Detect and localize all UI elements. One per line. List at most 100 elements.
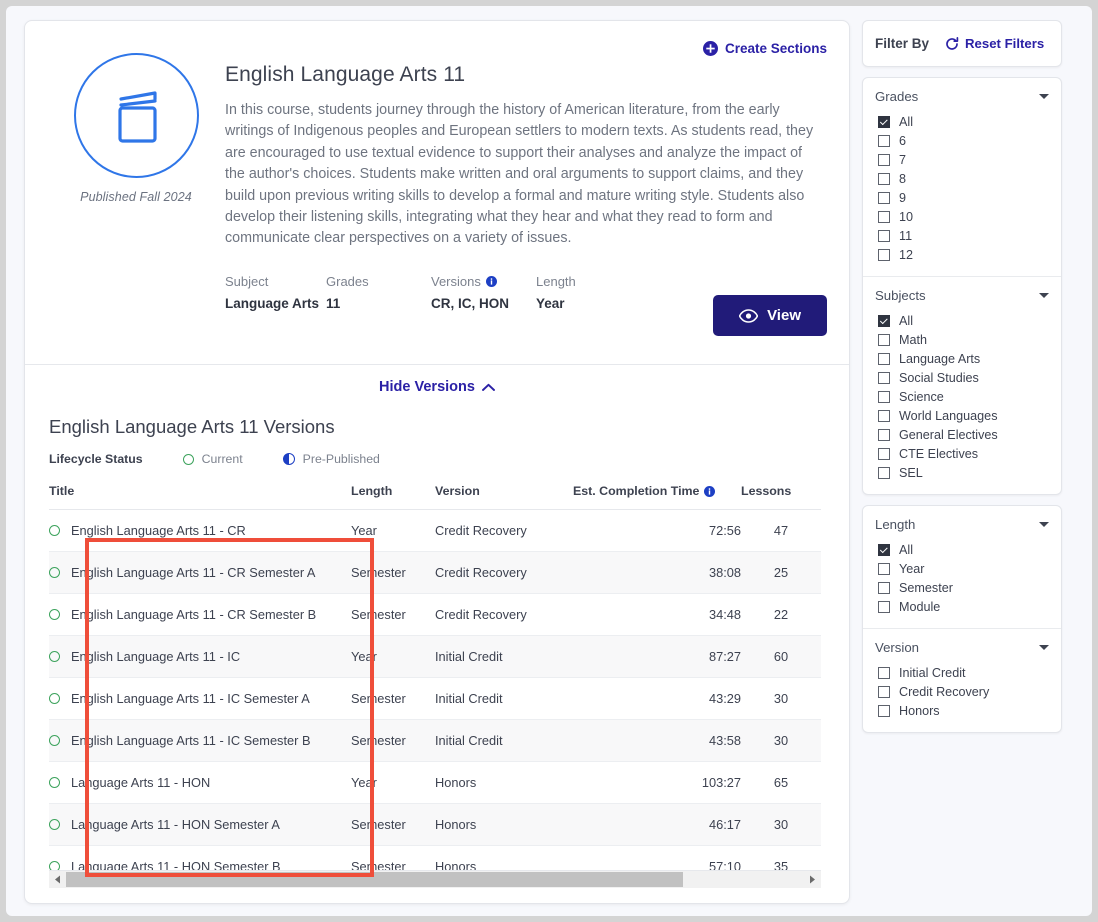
- meta-length: Length Year: [536, 274, 636, 313]
- horizontal-scrollbar[interactable]: [49, 870, 821, 888]
- table-row[interactable]: English Language Arts 11 - IC Semester A…: [49, 677, 821, 720]
- checkbox-icon[interactable]: [878, 153, 890, 166]
- filter-option-all[interactable]: All: [875, 540, 1049, 559]
- chevron-down-icon[interactable]: [1039, 522, 1049, 527]
- view-button-label: View: [767, 307, 801, 324]
- filter-option-semester[interactable]: Semester: [875, 578, 1049, 597]
- create-sections-button[interactable]: Create Sections: [702, 41, 827, 56]
- filter-option-language-arts[interactable]: Language Arts: [875, 349, 1049, 368]
- checkbox-icon[interactable]: [878, 409, 890, 422]
- checkbox-icon[interactable]: [878, 428, 890, 441]
- column-header-title[interactable]: Title: [49, 484, 351, 510]
- filter-option-year[interactable]: Year: [875, 559, 1049, 578]
- hide-versions-toggle[interactable]: Hide Versions: [379, 379, 495, 395]
- checkbox-icon[interactable]: [878, 704, 890, 717]
- plus-circle-icon: [702, 41, 718, 56]
- cell-est-completion-time: 72:56: [573, 509, 741, 552]
- checkbox-icon[interactable]: [878, 543, 890, 556]
- checkbox-icon[interactable]: [878, 172, 890, 185]
- filter-option-label: All: [899, 542, 913, 557]
- chevron-down-icon[interactable]: [1039, 94, 1049, 99]
- scroll-left-arrow-icon[interactable]: [49, 870, 66, 888]
- table-row[interactable]: Language Arts 11 - HON Semester A Semeste…: [49, 803, 821, 846]
- info-icon[interactable]: [704, 485, 716, 497]
- checkbox-icon[interactable]: [878, 248, 890, 261]
- checkbox-icon[interactable]: [878, 685, 890, 698]
- column-header-length[interactable]: Length: [351, 484, 435, 510]
- filter-group-header[interactable]: Subjects: [875, 288, 1049, 303]
- reset-filters-button[interactable]: Reset Filters: [945, 36, 1044, 51]
- course-detail-card: Published Fall 2024 Create Sections Engl…: [24, 20, 850, 904]
- filter-option-8[interactable]: 8: [875, 169, 1049, 188]
- checkbox-icon[interactable]: [878, 352, 890, 365]
- filter-option-science[interactable]: Science: [875, 387, 1049, 406]
- scrollbar-track[interactable]: [66, 870, 804, 888]
- filter-group-title: Subjects: [875, 288, 926, 303]
- checkbox-icon[interactable]: [878, 466, 890, 479]
- filter-option-all[interactable]: All: [875, 311, 1049, 330]
- filter-option-math[interactable]: Math: [875, 330, 1049, 349]
- filter-option-label: Social Studies: [899, 370, 979, 385]
- filter-option-module[interactable]: Module: [875, 597, 1049, 616]
- checkbox-icon[interactable]: [878, 333, 890, 346]
- table-row[interactable]: English Language Arts 11 - CR Semester A…: [49, 551, 821, 594]
- filter-option-initial-credit[interactable]: Initial Credit: [875, 663, 1049, 682]
- column-header-est-completion-time[interactable]: Est. Completion Time: [573, 484, 741, 510]
- filter-option-7[interactable]: 7: [875, 150, 1049, 169]
- filter-option-credit-recovery[interactable]: Credit Recovery: [875, 682, 1049, 701]
- filter-group-header[interactable]: Grades: [875, 89, 1049, 104]
- chevron-down-icon[interactable]: [1039, 293, 1049, 298]
- column-header-lessons[interactable]: Lessons: [741, 484, 821, 510]
- column-header-version[interactable]: Version: [435, 484, 573, 510]
- cell-version: Credit Recovery: [435, 509, 573, 552]
- row-title-label: English Language Arts 11 - IC Semester B: [71, 733, 311, 748]
- checkbox-icon[interactable]: [878, 371, 890, 384]
- table-row[interactable]: English Language Arts 11 - CR Year Credit …: [49, 509, 821, 552]
- filter-option-label: All: [899, 313, 913, 328]
- filter-option-sel[interactable]: SEL: [875, 463, 1049, 482]
- row-title-label: Language Arts 11 - HON: [71, 775, 211, 790]
- table-row[interactable]: English Language Arts 11 - IC Semester B…: [49, 719, 821, 762]
- filter-option-social-studies[interactable]: Social Studies: [875, 368, 1049, 387]
- cell-title: English Language Arts 11 - CR Semester A: [49, 551, 351, 594]
- filter-option-label: CTE Electives: [899, 446, 979, 461]
- filter-group-subjects: Subjects All Math Language Arts Social Studi…: [863, 276, 1061, 494]
- filter-option-10[interactable]: 10: [875, 207, 1049, 226]
- scroll-right-arrow-icon[interactable]: [804, 870, 821, 888]
- filter-option-cte-electives[interactable]: CTE Electives: [875, 444, 1049, 463]
- filter-option-12[interactable]: 12: [875, 245, 1049, 264]
- table-row[interactable]: Language Arts 11 - HON Year Honors 103:27 65: [49, 761, 821, 804]
- checkbox-icon[interactable]: [878, 390, 890, 403]
- checkbox-icon[interactable]: [878, 600, 890, 613]
- checkbox-icon[interactable]: [878, 447, 890, 460]
- checkbox-icon[interactable]: [878, 115, 890, 128]
- filter-option-label: 7: [899, 152, 907, 167]
- filter-option-9[interactable]: 9: [875, 188, 1049, 207]
- filter-option-label: SEL: [899, 465, 923, 480]
- filter-option-honors[interactable]: Honors: [875, 701, 1049, 720]
- info-icon[interactable]: [485, 275, 497, 287]
- checkbox-icon[interactable]: [878, 562, 890, 575]
- table-row[interactable]: English Language Arts 11 - IC Year Initial…: [49, 635, 821, 678]
- cell-est-completion-time: 87:27: [573, 635, 741, 678]
- chevron-up-icon: [482, 383, 495, 392]
- checkbox-icon[interactable]: [878, 134, 890, 147]
- checkbox-icon[interactable]: [878, 314, 890, 327]
- checkbox-icon[interactable]: [878, 581, 890, 594]
- filter-group-title: Length: [875, 517, 916, 532]
- view-button[interactable]: View: [713, 295, 827, 336]
- filter-option-general-electives[interactable]: General Electives: [875, 425, 1049, 444]
- checkbox-icon[interactable]: [878, 210, 890, 223]
- filter-option-6[interactable]: 6: [875, 131, 1049, 150]
- filter-option-world-languages[interactable]: World Languages: [875, 406, 1049, 425]
- checkbox-icon[interactable]: [878, 666, 890, 679]
- filter-group-header[interactable]: Length: [875, 517, 1049, 532]
- table-row[interactable]: English Language Arts 11 - CR Semester B…: [49, 593, 821, 636]
- filter-option-all[interactable]: All: [875, 112, 1049, 131]
- scrollbar-thumb[interactable]: [66, 871, 683, 887]
- checkbox-icon[interactable]: [878, 191, 890, 204]
- checkbox-icon[interactable]: [878, 229, 890, 242]
- filter-option-11[interactable]: 11: [875, 226, 1049, 245]
- filter-group-header[interactable]: Version: [875, 640, 1049, 655]
- chevron-down-icon[interactable]: [1039, 645, 1049, 650]
